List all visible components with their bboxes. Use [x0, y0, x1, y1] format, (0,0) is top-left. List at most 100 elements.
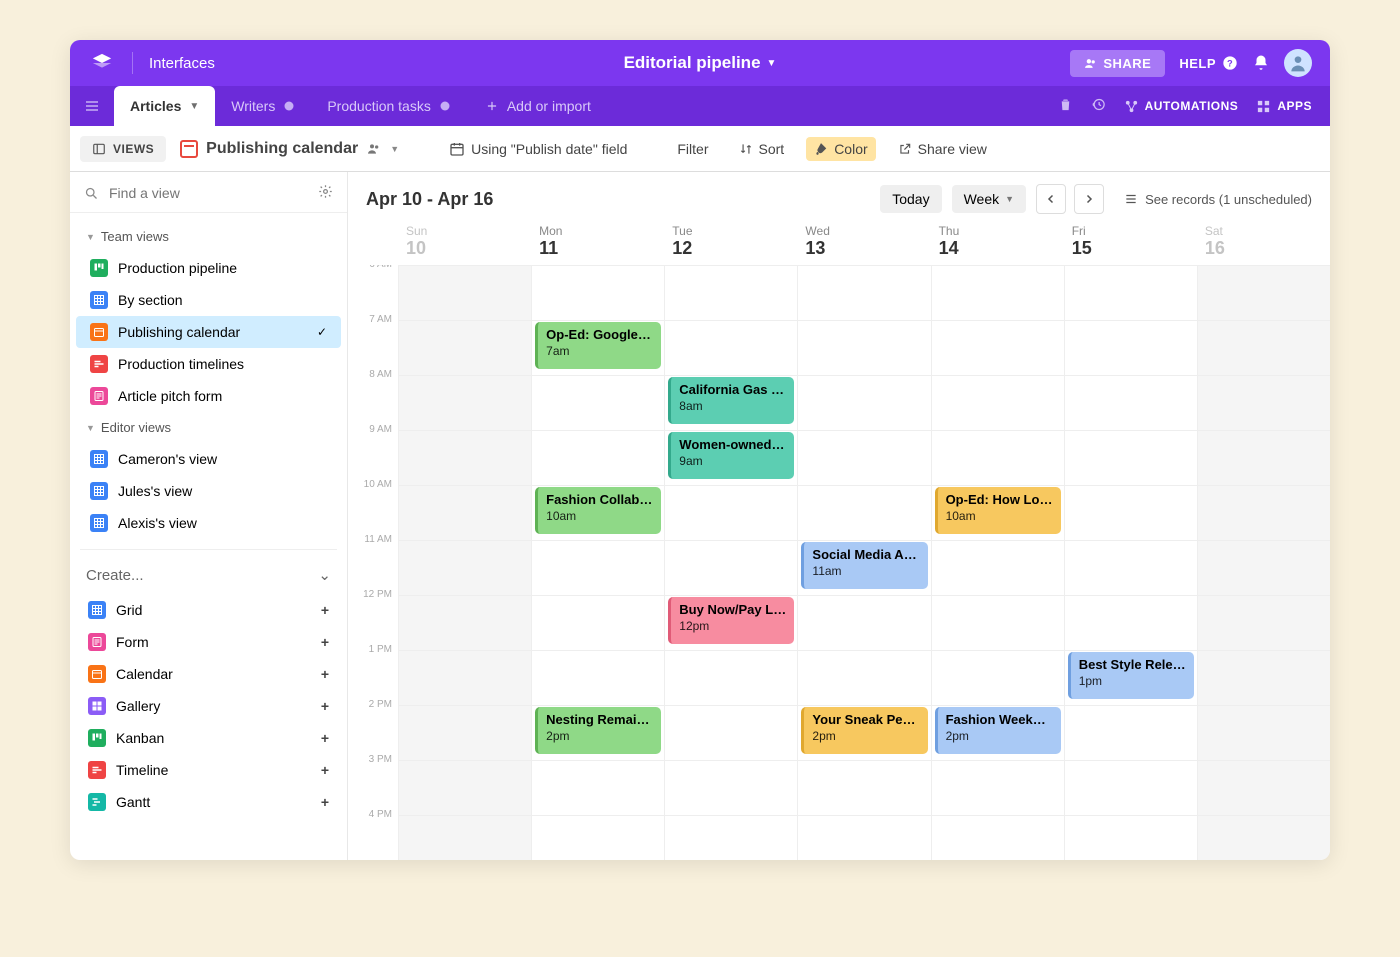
tab-articles[interactable]: Articles▼	[114, 86, 215, 126]
grid-blue-icon	[90, 514, 108, 532]
day-number: 14	[939, 238, 1064, 259]
event[interactable]: Fashion Collaborati…10am	[535, 487, 661, 534]
event-title: Your Sneak Peek at…	[812, 712, 919, 727]
date-range: Apr 10 - Apr 16	[366, 189, 493, 210]
topbar-right: SHARE HELP ?	[1070, 49, 1312, 77]
tab-production-tasks[interactable]: Production tasks	[311, 86, 467, 126]
view-item-label: By section	[118, 292, 183, 308]
event[interactable]: Your Sneak Peek at…2pm	[801, 707, 927, 754]
scale-selector[interactable]: Week ▼	[952, 185, 1026, 213]
event[interactable]: Nesting Remains Pr…2pm	[535, 707, 661, 754]
triangle-icon: ▼	[86, 232, 95, 242]
view-item-production-pipeline[interactable]: Production pipeline	[76, 252, 341, 284]
color-button[interactable]: Color	[806, 137, 875, 161]
create-grid[interactable]: Grid+	[76, 594, 341, 626]
event-title: Fashion Weeks Bal…	[946, 712, 1053, 727]
create-gallery[interactable]: Gallery+	[76, 690, 341, 722]
group-editor-views[interactable]: ▼Editor views	[76, 412, 341, 443]
view-item-production-timelines[interactable]: Production timelines	[76, 348, 341, 380]
views-button[interactable]: VIEWS	[80, 136, 166, 162]
filter-icon	[657, 142, 671, 156]
automations-button[interactable]: AUTOMATIONS	[1124, 99, 1239, 114]
today-button[interactable]: Today	[880, 185, 941, 213]
create-gantt[interactable]: Gantt+	[76, 786, 341, 818]
create-form[interactable]: Form +	[76, 626, 341, 658]
project-title-text: Editorial pipeline	[624, 53, 761, 73]
group-label-text: Team views	[101, 229, 169, 244]
sidebar-icon	[92, 142, 106, 156]
gantt-teal-icon	[88, 793, 106, 811]
prev-week-button[interactable]	[1036, 184, 1066, 214]
see-records-button[interactable]: See records (1 unscheduled)	[1114, 192, 1312, 207]
event[interactable]: California Gas Pric…8am	[668, 377, 794, 424]
plus-icon: +	[321, 634, 329, 650]
time-label-7: 7 AM	[348, 314, 398, 369]
interfaces-link[interactable]: Interfaces	[149, 55, 215, 72]
date-field-selector[interactable]: Using "Publish date" field	[441, 137, 635, 161]
find-view-input[interactable]	[109, 185, 308, 201]
event[interactable]: Women-owned Bra…9am	[668, 432, 794, 479]
event[interactable]: Fashion Weeks Bal…2pm	[935, 707, 1061, 754]
group-team-views[interactable]: ▼ Team views	[76, 221, 341, 252]
create-section-header[interactable]: Create...⌄	[76, 560, 341, 594]
share-button[interactable]: SHARE	[1070, 50, 1165, 77]
apps-icon	[1256, 99, 1271, 114]
view-item-publishing-calendar[interactable]: Publishing calendar✓	[76, 316, 341, 348]
paint-icon	[814, 142, 828, 156]
time-label-10: 10 AM	[348, 479, 398, 534]
share-view-button[interactable]: Share view	[890, 137, 995, 161]
current-view-name[interactable]: Publishing calendar ▼	[180, 140, 399, 158]
sort-button[interactable]: Sort	[731, 137, 793, 161]
create-timeline[interactable]: Timeline+	[76, 754, 341, 786]
event[interactable]: Best Style Release…1pm	[1068, 652, 1194, 699]
view-item-jules-s-view[interactable]: Jules's view	[76, 475, 341, 507]
create-kanban[interactable]: Kanban+	[76, 722, 341, 754]
day-column-wed[interactable]: Social Media Apps …11am Your Sneak Peek a…	[797, 265, 930, 860]
time-label-8: 8 AM	[348, 369, 398, 424]
event[interactable]: Buy Now/Pay Later …12pm	[668, 597, 794, 644]
history-icon[interactable]	[1091, 97, 1106, 116]
filter-button[interactable]: Filter	[649, 137, 716, 161]
day-column-thu[interactable]: Op-Ed: How Lockd…10am Fashion Weeks Bal…2…	[931, 265, 1064, 860]
kanban-icon	[90, 259, 108, 277]
day-column-fri[interactable]: Best Style Release…1pm	[1064, 265, 1197, 860]
tabsbar-right: AUTOMATIONS APPS	[1058, 97, 1330, 116]
event[interactable]: Op-Ed: How Lockd…10am	[935, 487, 1061, 534]
tab-writers[interactable]: Writers	[215, 86, 311, 126]
create-calendar[interactable]: Calendar+	[76, 658, 341, 690]
day-header-tue: Tue12	[664, 224, 797, 259]
view-item-cameron-s-view[interactable]: Cameron's view	[76, 443, 341, 475]
user-avatar[interactable]	[1284, 49, 1312, 77]
view-item-alexis-s-view[interactable]: Alexis's view	[76, 507, 341, 539]
filter-label: Filter	[677, 141, 708, 157]
event-time: 1pm	[1079, 674, 1186, 688]
day-headers: Sun10Mon11Tue12Wed13Thu14Fri15Sat16	[348, 224, 1330, 265]
calendar-grid-scroll[interactable]: 6 AM7 AM8 AM9 AM10 AM11 AM12 PM1 PM2 PM3…	[348, 265, 1330, 860]
view-item-label: Alexis's view	[118, 515, 197, 531]
view-item-by-section[interactable]: By section	[76, 284, 341, 316]
day-column-mon[interactable]: Op-Ed: Google and…7am Fashion Collaborati…	[531, 265, 664, 860]
add-or-import-button[interactable]: Add or import	[467, 98, 609, 114]
event-time: 9am	[679, 454, 786, 468]
apps-button[interactable]: APPS	[1256, 99, 1312, 114]
bell-icon[interactable]	[1252, 54, 1270, 72]
create-item-label: Form	[116, 634, 149, 650]
view-item-article-pitch-form[interactable]: Article pitch form	[76, 380, 341, 412]
day-column-sun[interactable]	[398, 265, 531, 860]
next-week-button[interactable]	[1074, 184, 1104, 214]
event[interactable]: Op-Ed: Google and…7am	[535, 322, 661, 369]
app-logo[interactable]	[88, 49, 116, 77]
help-button[interactable]: HELP ?	[1179, 55, 1238, 71]
gear-icon[interactable]	[318, 184, 333, 202]
day-column-sat[interactable]	[1197, 265, 1330, 860]
project-title[interactable]: Editorial pipeline ▼	[624, 53, 777, 73]
sort-label: Sort	[759, 141, 785, 157]
grid-blue-icon	[90, 291, 108, 309]
event[interactable]: Social Media Apps …11am	[801, 542, 927, 589]
tl-red-icon	[90, 355, 108, 373]
plus-icon: +	[321, 794, 329, 810]
day-column-tue[interactable]: California Gas Pric…8am Women-owned Bra…9…	[664, 265, 797, 860]
menu-button[interactable]	[70, 98, 114, 114]
trash-icon[interactable]	[1058, 97, 1073, 116]
grid-blue-icon	[90, 450, 108, 468]
